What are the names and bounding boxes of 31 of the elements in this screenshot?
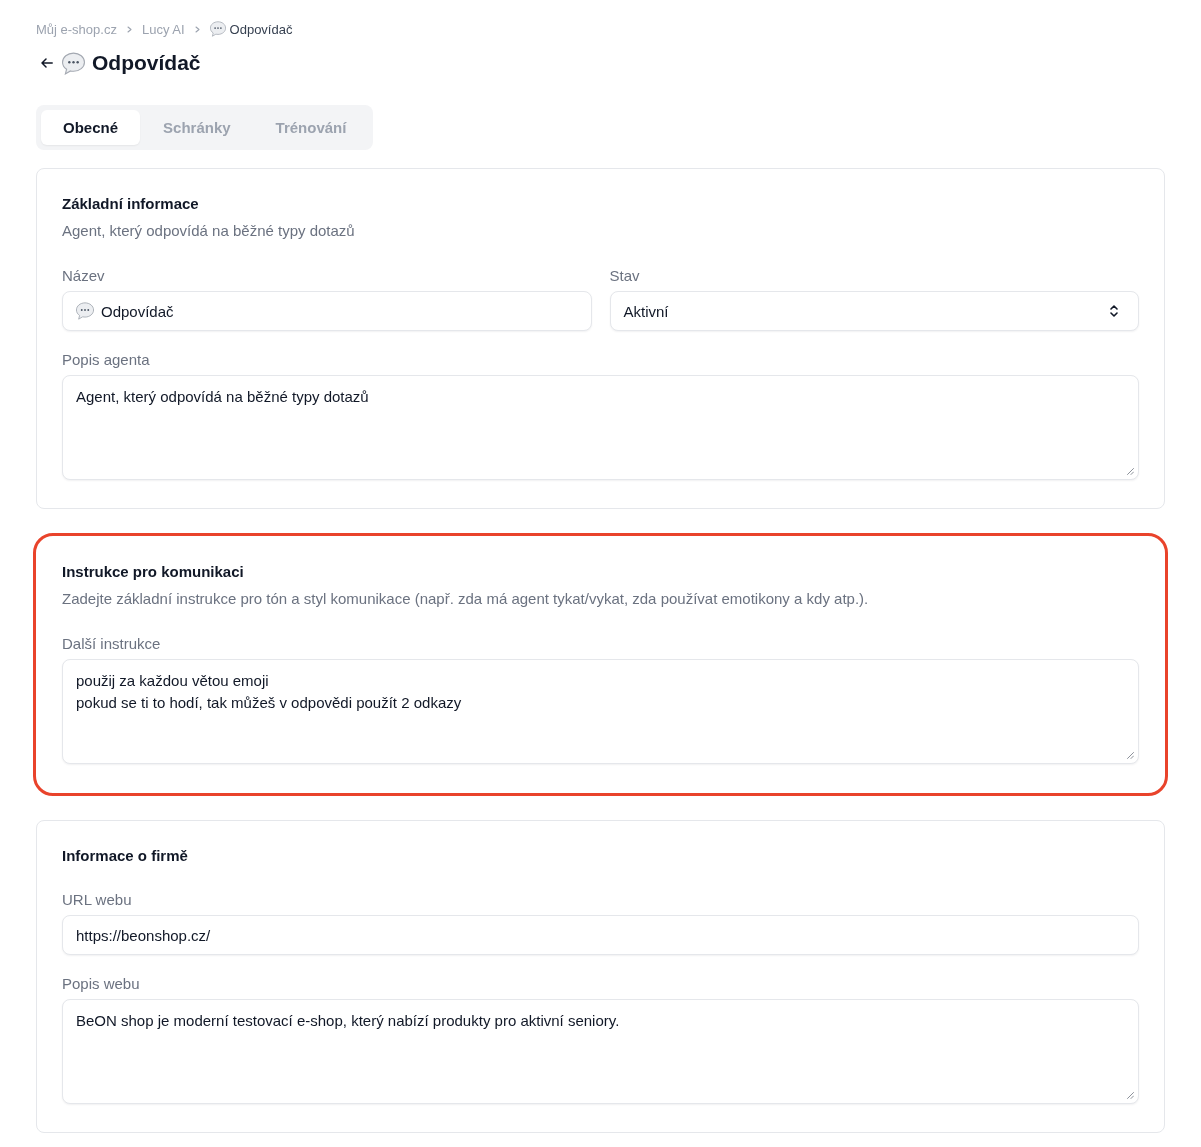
breadcrumb-item[interactable]: Odpovídač: [209, 21, 293, 37]
speech-bubble-icon: [209, 21, 226, 37]
section-title: Informace o firmě: [62, 846, 189, 866]
section-description: Agent, který odpovídá na běžné typy dotazů: [62, 221, 356, 241]
resize-handle-icon[interactable]: [1127, 468, 1134, 475]
field-label: Další instrukce: [62, 634, 162, 654]
text-input[interactable]: Odpovídač: [62, 291, 592, 331]
speech-bubble-icon: [62, 51, 85, 75]
section-title: Základní informace: [62, 194, 200, 214]
field-label: URL webu: [62, 890, 133, 910]
field-label: Stav: [609, 266, 641, 286]
section-description: Zadejte základní instrukce pro tón a styl komunikace (např. zda má agent tykat/vykat, zda používat emotikony a kdy atp.).: [62, 589, 870, 609]
chevron-up-down-icon: [1110, 305, 1118, 317]
textarea-field[interactable]: BeON shop je moderní testovací e-shop, který nabízí produkty pro aktivní seniory.: [62, 999, 1139, 1104]
page-title: Odpovídač: [92, 51, 201, 75]
resize-handle-icon[interactable]: [1127, 1092, 1134, 1099]
arrow-left-icon: [41, 58, 53, 68]
chevron-right-icon: [194, 25, 200, 33]
tab[interactable]: Obecné: [41, 110, 141, 145]
select-field[interactable]: Aktivní: [609, 291, 1139, 331]
textarea-field[interactable]: Agent, který odpovídá na běžné typy dotazů: [62, 375, 1139, 480]
textarea-field[interactable]: použij za každou větou emoji pokud se ti to hodí, tak můžeš v odpovědi použít 2 odkazy: [62, 659, 1139, 764]
section-title: Instrukce pro komunikaci: [62, 562, 245, 582]
back-button[interactable]: [38, 55, 56, 71]
field-label: Název: [62, 266, 106, 286]
text-input[interactable]: https://beonshop.cz/: [62, 915, 1139, 955]
chevron-right-icon: [126, 25, 132, 33]
speech-bubble-icon: [76, 302, 94, 320]
field-label: Popis webu: [62, 974, 141, 994]
resize-handle-icon[interactable]: [1127, 752, 1134, 759]
field-label: Popis agenta: [62, 350, 151, 370]
